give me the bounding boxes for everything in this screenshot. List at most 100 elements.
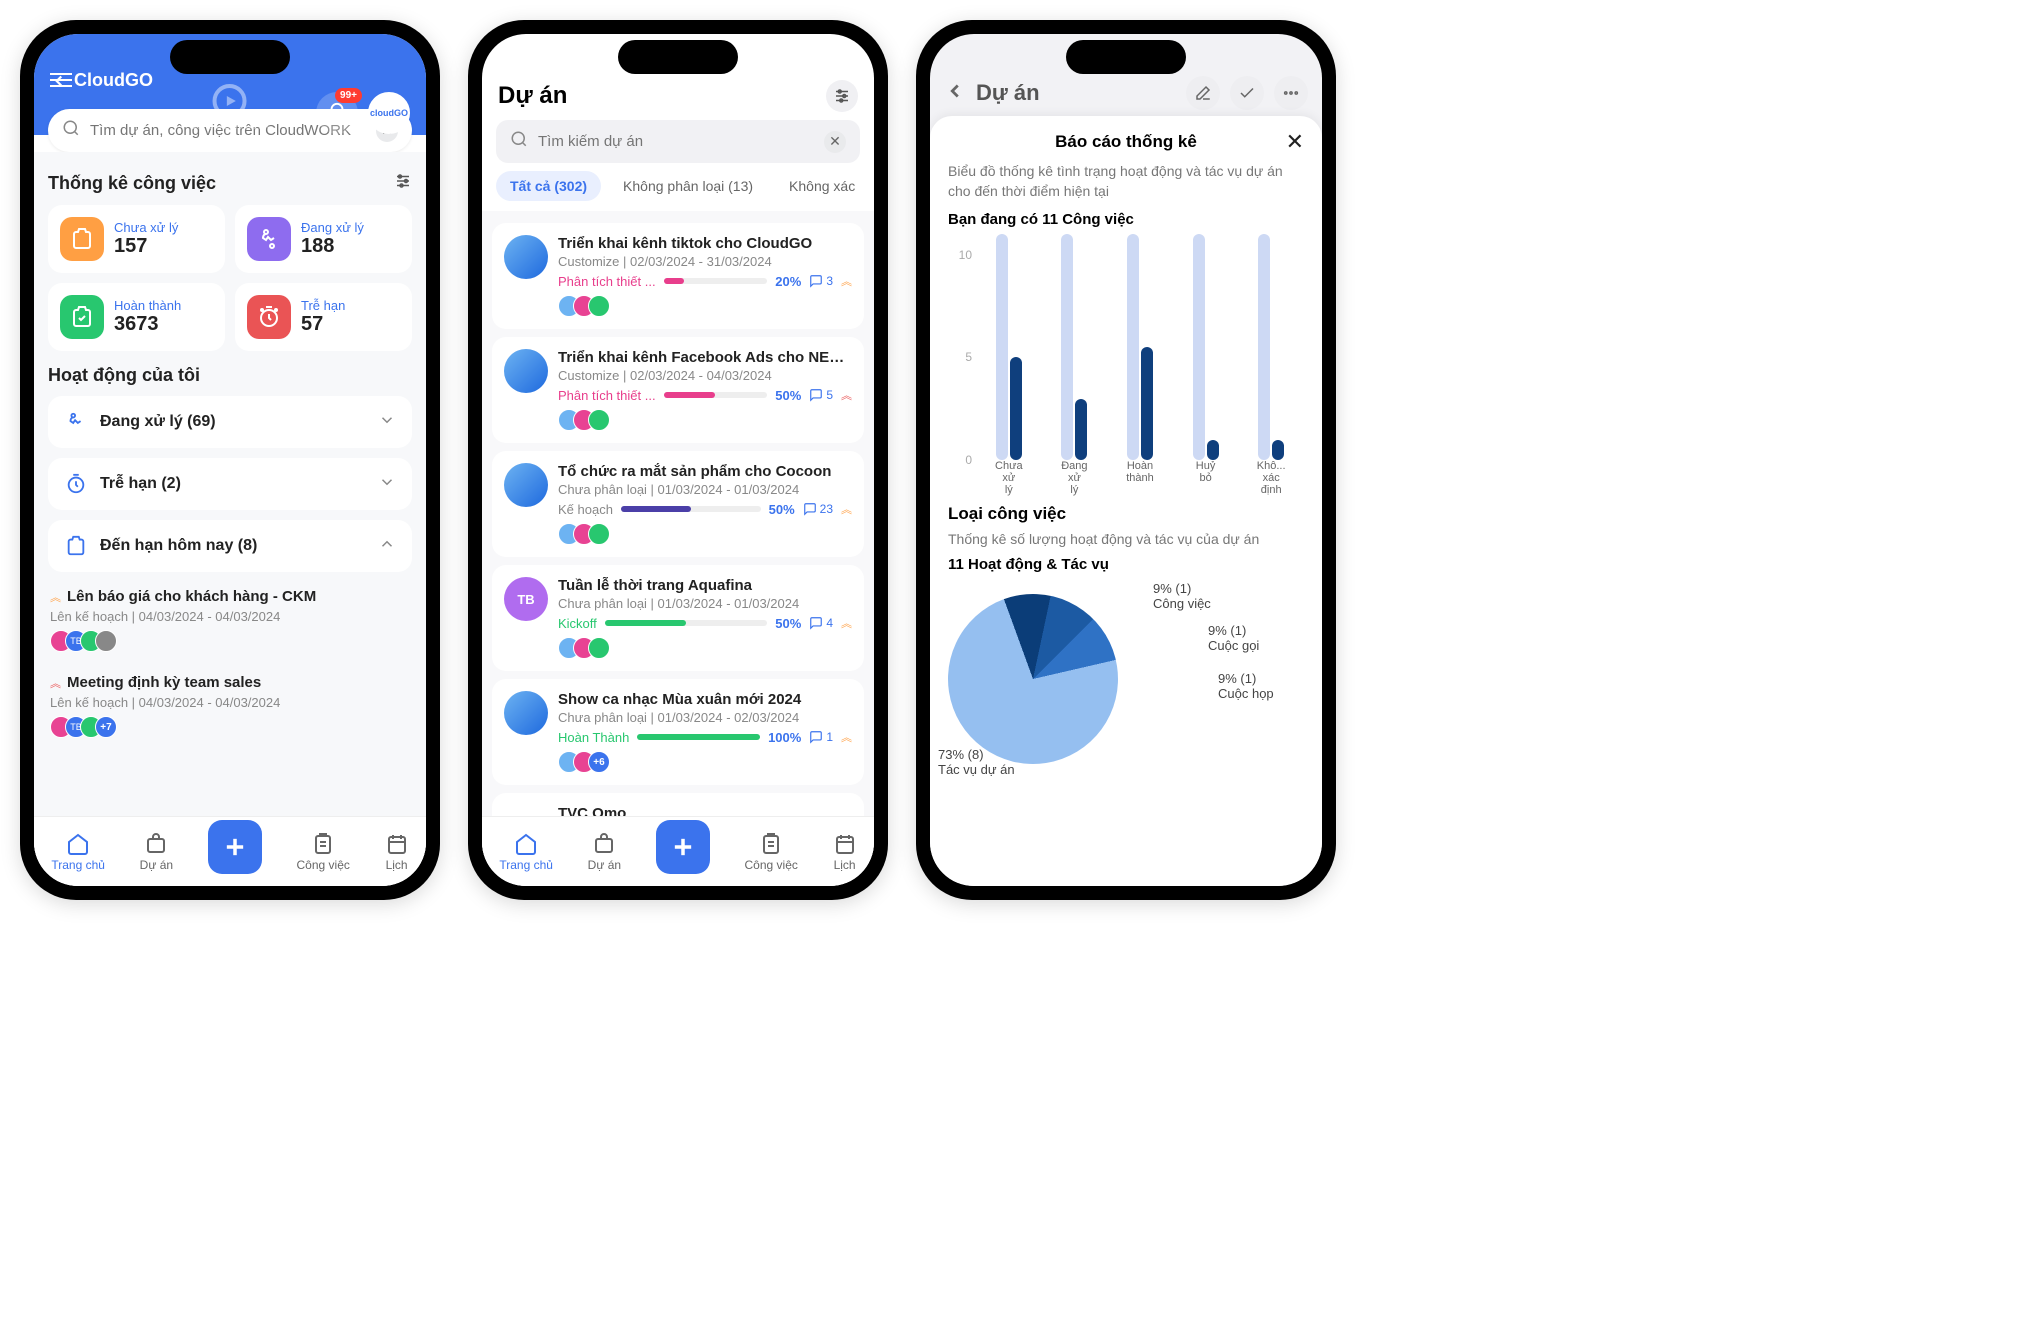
close-icon[interactable]: ✕ xyxy=(1286,129,1304,155)
comment-count: 3 xyxy=(809,274,833,288)
project-card[interactable]: Show ca nhạc Mùa xuân mới 2024Chưa phân … xyxy=(492,679,864,785)
project-stage: Hoàn Thành xyxy=(558,730,629,745)
project-meta: Chưa phân loại | 01/03/2024 - 01/03/2024 xyxy=(558,482,852,497)
assignees xyxy=(558,409,852,431)
project-card[interactable]: TB Tuần lễ thời trang Aquafina Chưa phân l… xyxy=(492,565,864,671)
activity-label: Đang xử lý (69) xyxy=(100,413,366,431)
back-icon[interactable] xyxy=(944,80,966,107)
section2-desc: Thống kê số lượng hoạt động và tác vụ củ… xyxy=(948,530,1304,550)
stat-label: Trễ hạn xyxy=(301,298,345,313)
project-thumb xyxy=(504,463,548,507)
priority-icon: ︽ xyxy=(841,729,852,745)
stat-label: Đang xử lý xyxy=(301,220,364,235)
tab-clip[interactable]: Công việc xyxy=(297,832,350,872)
clear-icon[interactable]: ✕ xyxy=(824,131,846,153)
top-header: CloudGO CLOUDWORK 99+ cloudGO xyxy=(34,34,426,105)
activity-item[interactable]: Trễ hạn (2) xyxy=(48,458,412,510)
tab-label: Trang chủ xyxy=(499,858,553,872)
task-row[interactable]: ︽Lên báo giá cho khách hàng - CKMLên kế … xyxy=(48,582,412,658)
stat-label: Hoàn thành xyxy=(114,298,181,313)
project-title: Tuần lễ thời trang Aquafina xyxy=(558,577,852,594)
project-percent: 20% xyxy=(775,274,801,289)
project-percent: 100% xyxy=(768,730,801,745)
profile-avatar[interactable]: cloudGO xyxy=(368,92,410,134)
priority-icon: ︽ xyxy=(841,501,852,517)
project-card[interactable]: Triển khai kênh Facebook Ads cho NEWAMCu… xyxy=(492,337,864,443)
project-title: Show ca nhạc Mùa xuân mới 2024 xyxy=(558,691,852,708)
activity-title: Hoạt động của tôi xyxy=(48,365,200,386)
section2-sub: 11 Hoạt động & Tác vụ xyxy=(948,556,1304,573)
search-icon xyxy=(62,119,80,142)
comment-count: 4 xyxy=(809,616,833,630)
section2-title: Loại công việc xyxy=(948,504,1304,524)
project-title: Tổ chức ra mắt sản phẩm cho Cocoon xyxy=(558,463,852,480)
notification-button[interactable]: 99+ xyxy=(316,92,358,134)
search-input[interactable]: ✕ xyxy=(496,120,860,163)
check-icon[interactable] xyxy=(1230,76,1264,110)
tab-bag[interactable]: Dự án xyxy=(588,832,621,872)
tab-label: Dự án xyxy=(140,858,173,872)
project-thumb xyxy=(504,235,548,279)
screen-projects: Dự án ✕ Tất cả (302) Không phân loại (13)… xyxy=(468,20,888,900)
bar-label: Khô...xácđịnh xyxy=(1244,460,1298,494)
stat-card[interactable]: Chưa xử lý157 xyxy=(48,205,225,273)
app-logo: CLOUDWORK xyxy=(189,84,272,132)
tab-cal[interactable]: Lịch xyxy=(833,832,857,872)
comment-count: 23 xyxy=(803,502,833,516)
bar-label: Huỷbỏ xyxy=(1179,460,1233,494)
project-meta: Customize | 02/03/2024 - 31/03/2024 xyxy=(558,254,852,269)
project-card[interactable]: Tổ chức ra mắt sản phẩm cho Cocoon Chưa p… xyxy=(492,451,864,557)
add-button[interactable] xyxy=(656,820,710,874)
assignees: TB+7 xyxy=(50,716,410,738)
project-thumb xyxy=(504,349,548,393)
sheet-title: Báo cáo thống kê xyxy=(1055,132,1197,152)
project-card[interactable]: Triển khai kênh tiktok cho CloudGOCustom… xyxy=(492,223,864,329)
assignees: +6 xyxy=(558,751,852,773)
project-stage: Kickoff xyxy=(558,616,597,631)
task-row[interactable]: ︽Meeting định kỳ team salesLên kế hoạch … xyxy=(48,668,412,744)
tab-label: Công việc xyxy=(297,858,350,872)
menu-button[interactable] xyxy=(50,69,72,91)
project-meta: Chưa phân loại | 01/03/2024 - 01/03/2024 xyxy=(558,596,852,611)
bar-label: Đangxửlý xyxy=(1047,460,1101,494)
tab-bag[interactable]: Dự án xyxy=(140,832,173,872)
tab-cal[interactable]: Lịch xyxy=(385,832,409,872)
search-field[interactable] xyxy=(538,133,814,150)
activity-item[interactable]: Đến hạn hôm nay (8) xyxy=(48,520,412,572)
priority-icon: ︽ xyxy=(841,387,852,403)
more-icon[interactable] xyxy=(1274,76,1308,110)
sheet-desc: Biểu đồ thống kê tình trạng hoạt động và… xyxy=(948,162,1304,201)
tab-clip[interactable]: Công việc xyxy=(745,832,798,872)
bar-label: Chưaxửlý xyxy=(982,460,1036,494)
priority-icon: ︽ xyxy=(50,589,61,605)
filter-chip[interactable]: Không xác xyxy=(775,171,869,201)
activity-item[interactable]: Đang xử lý (69) xyxy=(48,396,412,448)
add-button[interactable] xyxy=(208,820,262,874)
pie-chart: 9% (1)Công việc9% (1)Cuộc gọi9% (1)Cuộc … xyxy=(948,579,1304,779)
filter-chip[interactable]: Không phân loại (13) xyxy=(609,171,767,201)
edit-icon[interactable] xyxy=(1186,76,1220,110)
project-percent: 50% xyxy=(769,502,795,517)
project-percent: 50% xyxy=(775,388,801,403)
page-title: Dự án xyxy=(976,80,1176,106)
pie-label: 73% (8)Tác vụ dự án xyxy=(938,747,1015,778)
stat-icon xyxy=(247,217,291,261)
tab-label: Dự án xyxy=(588,858,621,872)
project-stage: Phân tích thiết ... xyxy=(558,388,656,403)
filter-button[interactable] xyxy=(826,80,858,112)
tab-home[interactable]: Trang chủ xyxy=(499,832,553,872)
filter-icon[interactable] xyxy=(394,172,412,195)
stat-value: 157 xyxy=(114,235,178,258)
stat-card[interactable]: Hoàn thành3673 xyxy=(48,283,225,351)
filter-chip[interactable]: Tất cả (302) xyxy=(496,171,601,201)
progress-bar xyxy=(664,392,768,398)
chevron-icon xyxy=(378,535,396,558)
stat-card[interactable]: Đang xử lý188 xyxy=(235,205,412,273)
stat-card[interactable]: Trễ hạn57 xyxy=(235,283,412,351)
assignees xyxy=(558,523,852,545)
progress-bar xyxy=(664,278,768,284)
project-meta: Customize | 02/03/2024 - 04/03/2024 xyxy=(558,368,852,383)
tab-home[interactable]: Trang chủ xyxy=(51,832,105,872)
tab-label: Lịch xyxy=(834,858,856,872)
project-thumb: TB xyxy=(504,577,548,621)
